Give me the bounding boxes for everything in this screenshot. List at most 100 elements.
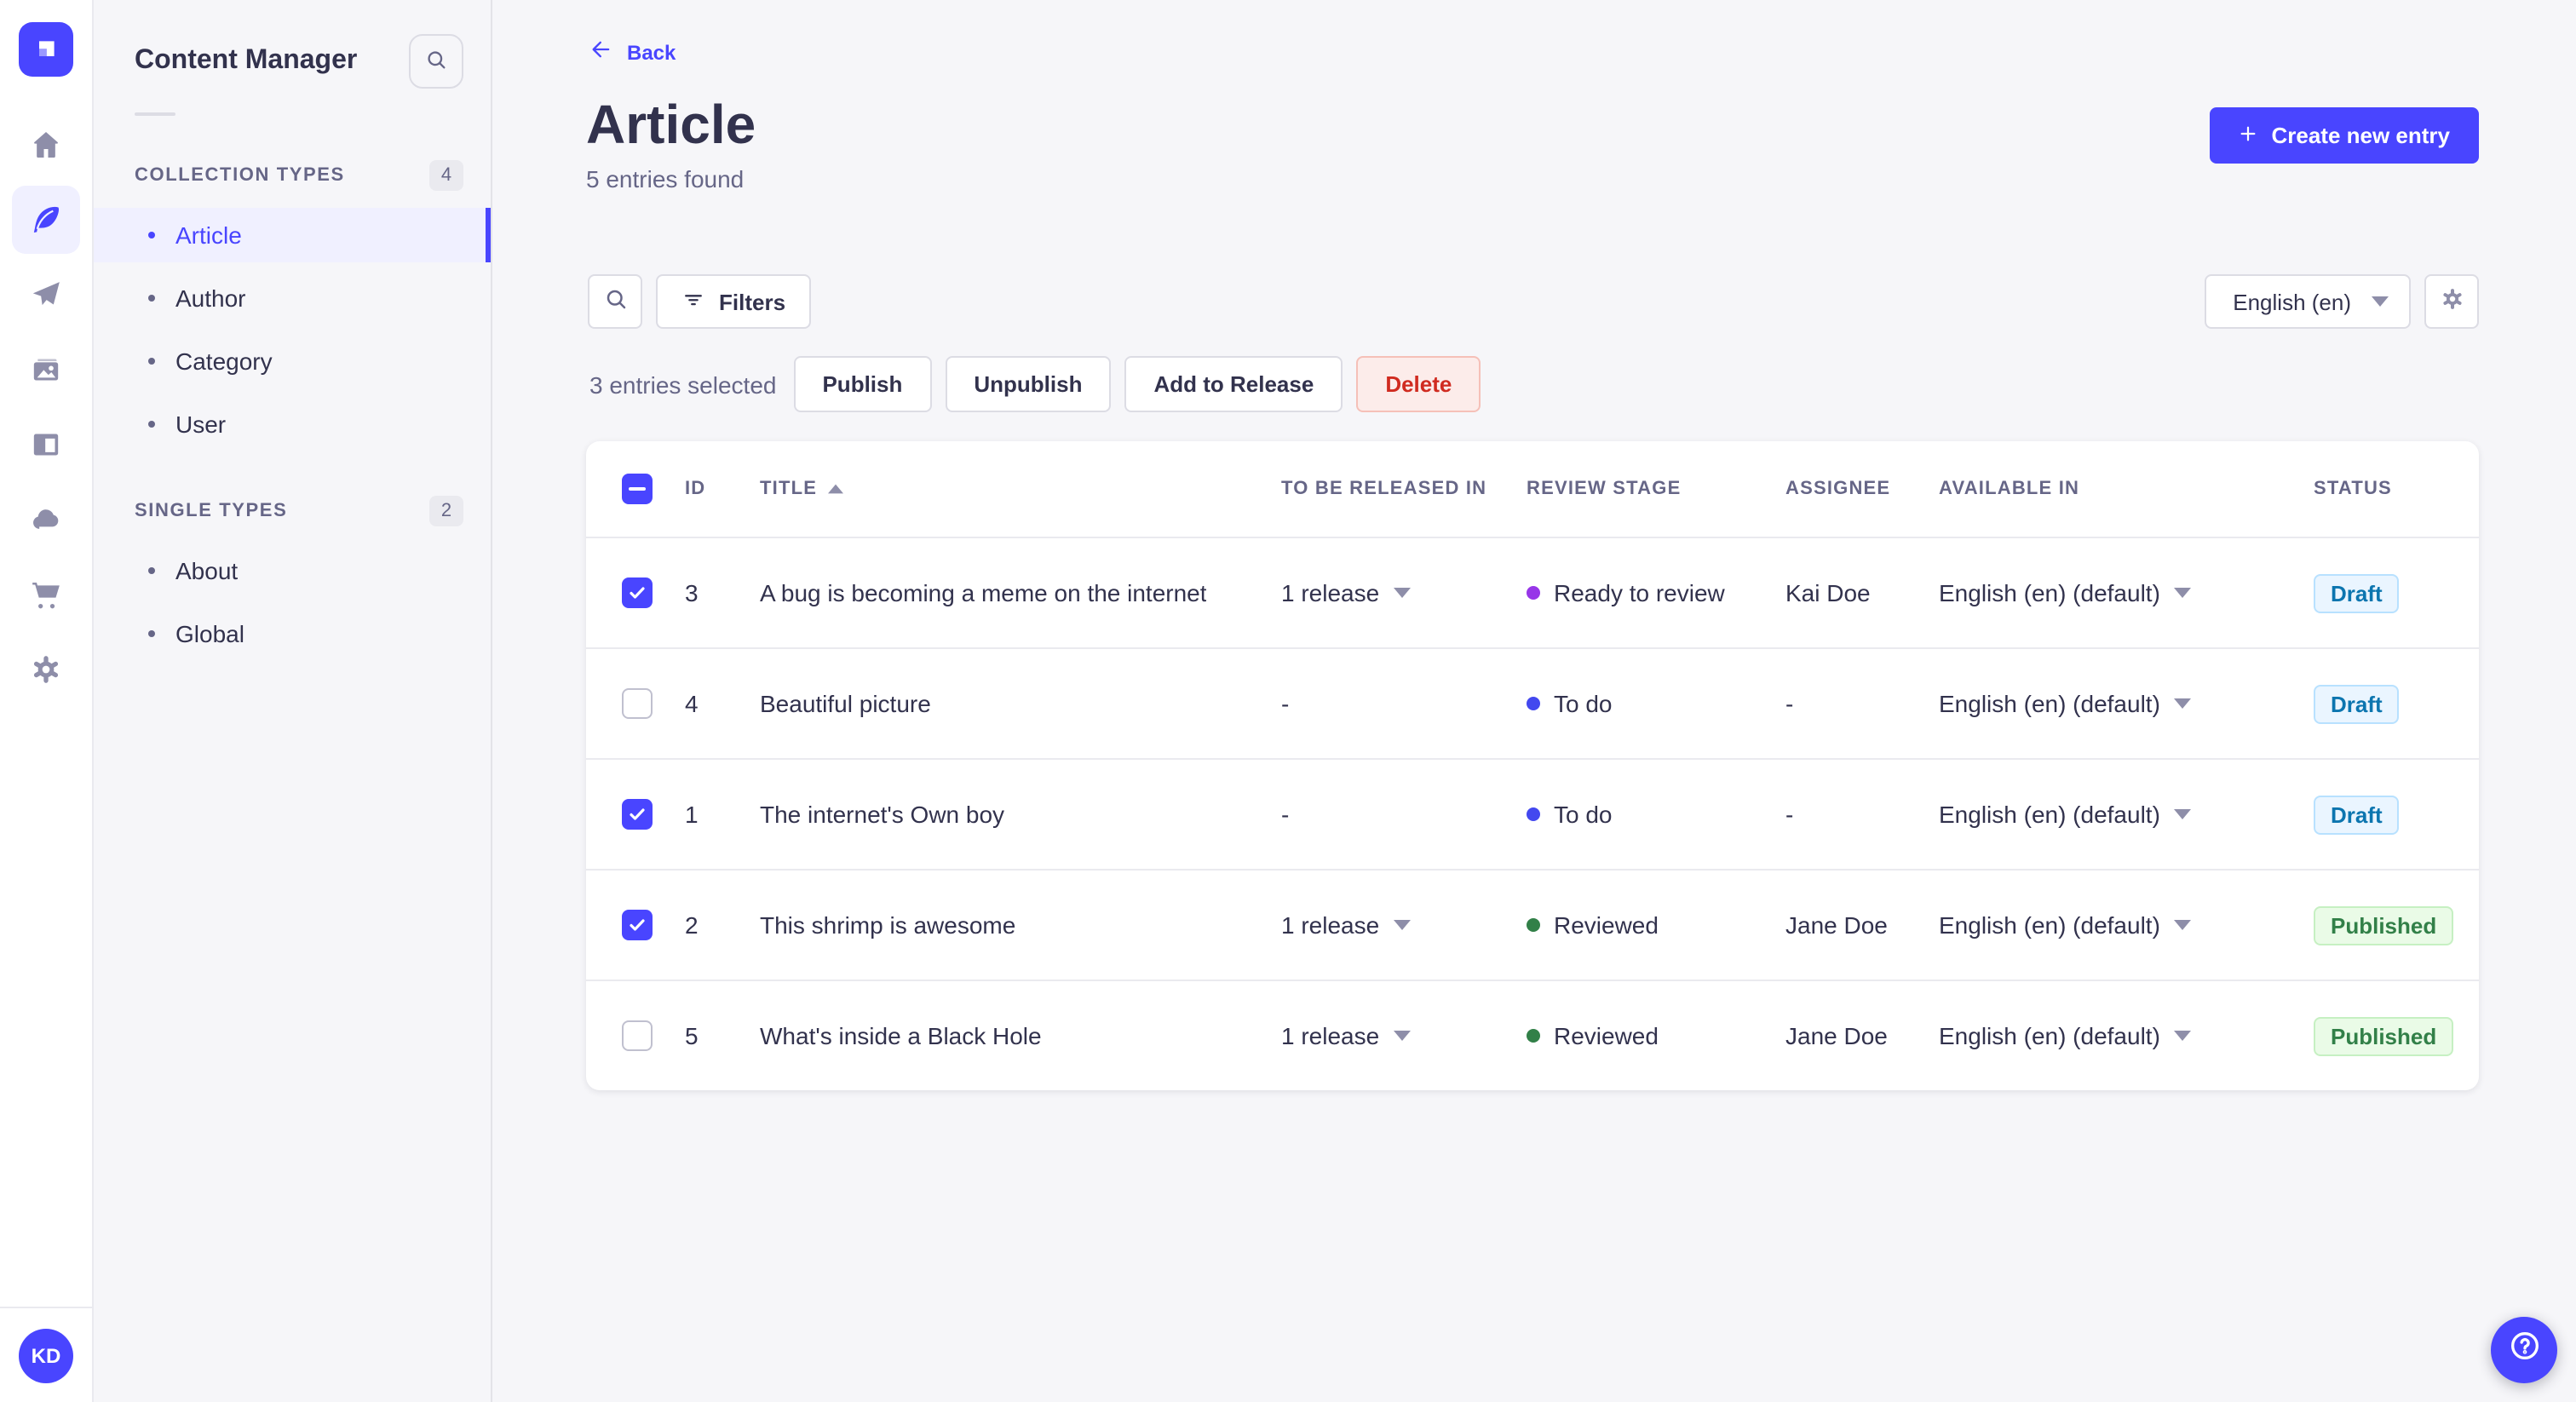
sidebar-item-article[interactable]: Article (94, 208, 491, 262)
chevron-down-icon[interactable] (1393, 920, 1411, 930)
back-link[interactable]: Back (589, 37, 676, 66)
bullet-icon (148, 295, 155, 302)
cloud-icon[interactable] (12, 486, 80, 554)
create-new-entry-button[interactable]: Create new entry (2210, 107, 2479, 164)
table-row[interactable]: 5 What's inside a Black Hole 1 release R… (586, 980, 2479, 1090)
stage-dot-icon (1527, 807, 1540, 821)
table-row[interactable]: 3 A bug is becoming a meme on the intern… (586, 537, 2479, 647)
sidebar-item-global[interactable]: Global (94, 606, 491, 661)
help-button[interactable] (2491, 1317, 2557, 1383)
main-content: Back Article 5 entries found Create new … (492, 0, 2576, 1402)
search-icon (424, 47, 448, 76)
settings-gear-icon[interactable] (12, 635, 80, 704)
table-search-button[interactable] (588, 274, 642, 329)
row-checkbox[interactable] (622, 910, 653, 940)
table-row[interactable]: 4 Beautiful picture - To do - English (e… (586, 647, 2479, 758)
select-all-checkbox[interactable] (622, 474, 653, 504)
cell-assignee: - (1785, 801, 1794, 828)
sidebar-item-user[interactable]: User (94, 397, 491, 451)
column-header-status: STATUS (2314, 479, 2392, 499)
chevron-down-icon (2372, 296, 2389, 307)
cell-title: A bug is becoming a meme on the internet (760, 579, 1207, 606)
status-badge: Published (2314, 1016, 2454, 1055)
sidebar-item-about[interactable]: About (94, 543, 491, 598)
column-header-review-stage: REVIEW STAGE (1527, 479, 1682, 499)
cell-id: 2 (685, 911, 699, 939)
cell-review-stage: Reviewed (1527, 911, 1785, 939)
question-mark-icon (2507, 1329, 2541, 1371)
sidebar-divider (135, 112, 175, 116)
content-manager-sidebar: Content Manager COLLECTION TYPES 4 Artic… (94, 0, 492, 1402)
sidebar-section-count-badge: 2 (429, 496, 463, 526)
entries-count: 5 entries found (586, 165, 745, 192)
content-type-builder-icon[interactable] (12, 411, 80, 479)
row-checkbox[interactable] (622, 688, 653, 719)
chevron-down-icon[interactable] (2173, 809, 2191, 819)
sidebar-section: SINGLE TYPES 2 About Global (94, 496, 491, 661)
sidebar-item-label: Category (175, 348, 273, 375)
media-library-icon[interactable] (12, 336, 80, 404)
cell-to-be-released-in: - (1281, 690, 1290, 717)
sidebar-item-label: About (175, 557, 239, 584)
cell-to-be-released-in: 1 release (1281, 1022, 1527, 1049)
row-checkbox[interactable] (622, 799, 653, 830)
cell-title: The internet's Own boy (760, 801, 1005, 828)
cell-available-in: English (en) (default) (1939, 1022, 2314, 1049)
view-settings-button[interactable] (2424, 274, 2479, 329)
cell-id: 3 (685, 579, 699, 606)
cell-id: 4 (685, 690, 699, 717)
user-avatar[interactable]: KD (19, 1328, 73, 1382)
home-icon[interactable] (12, 111, 80, 179)
table-row[interactable]: 2 This shrimp is awesome 1 release Revie… (586, 869, 2479, 980)
chevron-down-icon[interactable] (2173, 698, 2191, 709)
filters-button[interactable]: Filters (656, 274, 812, 329)
chevron-down-icon[interactable] (2173, 588, 2191, 598)
chevron-down-icon[interactable] (1393, 588, 1411, 598)
chevron-down-icon[interactable] (2173, 1031, 2191, 1041)
cell-available-in: English (en) (default) (1939, 801, 2314, 828)
sidebar-item-author[interactable]: Author (94, 271, 491, 325)
cell-status: Draft (2314, 795, 2479, 834)
table-header-row: ID TITLE TO BE RELEASED IN REVIEW STAGE … (586, 441, 2479, 537)
create-new-entry-label: Create new entry (2271, 123, 2450, 148)
row-checkbox[interactable] (622, 1020, 653, 1051)
unpublish-button[interactable]: Unpublish (945, 356, 1112, 412)
stage-dot-icon (1527, 1029, 1540, 1043)
status-badge: Draft (2314, 573, 2400, 612)
sidebar-search-button[interactable] (409, 34, 463, 89)
sidebar-section-count-badge: 4 (429, 160, 463, 191)
delete-button[interactable]: Delete (1356, 356, 1481, 412)
chevron-down-icon[interactable] (2173, 920, 2191, 930)
cell-available-in: English (en) (default) (1939, 911, 2314, 939)
cell-title: What's inside a Black Hole (760, 1022, 1042, 1049)
row-checkbox[interactable] (622, 577, 653, 608)
table-row[interactable]: 1 The internet's Own boy - To do - Engli… (586, 758, 2479, 869)
sidebar-item-category[interactable]: Category (94, 334, 491, 388)
chevron-down-icon[interactable] (1393, 1031, 1411, 1041)
cell-available-in: English (en) (default) (1939, 579, 2314, 606)
cell-status: Draft (2314, 573, 2479, 612)
cell-assignee: Jane Doe (1785, 1022, 1888, 1049)
plus-icon (2239, 123, 2257, 148)
publish-button[interactable]: Publish (793, 356, 932, 412)
add-to-release-button[interactable]: Add to Release (1124, 356, 1343, 412)
cell-title: Beautiful picture (760, 690, 931, 717)
sidebar-sections: COLLECTION TYPES 4 Article Author Category… (94, 160, 491, 661)
selected-entries-count: 3 entries selected (589, 371, 777, 398)
cell-review-stage: To do (1527, 801, 1785, 828)
cell-to-be-released-in: 1 release (1281, 579, 1527, 606)
bullet-icon (148, 421, 155, 428)
bullet-icon (148, 358, 155, 365)
locale-select[interactable]: English (en) (2204, 274, 2411, 329)
releases-plane-icon[interactable] (12, 261, 80, 329)
cell-id: 5 (685, 1022, 699, 1049)
arrow-left-icon (589, 37, 613, 66)
content-manager-feather-icon[interactable] (12, 186, 80, 254)
status-badge: Draft (2314, 684, 2400, 723)
column-header-assignee: ASSIGNEE (1785, 479, 1891, 499)
column-header-title[interactable]: TITLE (760, 479, 1281, 499)
sidebar-section-label: COLLECTION TYPES (135, 165, 345, 186)
filter-icon (681, 287, 705, 316)
marketplace-cart-icon[interactable] (12, 560, 80, 629)
table-body: 3 A bug is becoming a meme on the intern… (586, 537, 2479, 1090)
